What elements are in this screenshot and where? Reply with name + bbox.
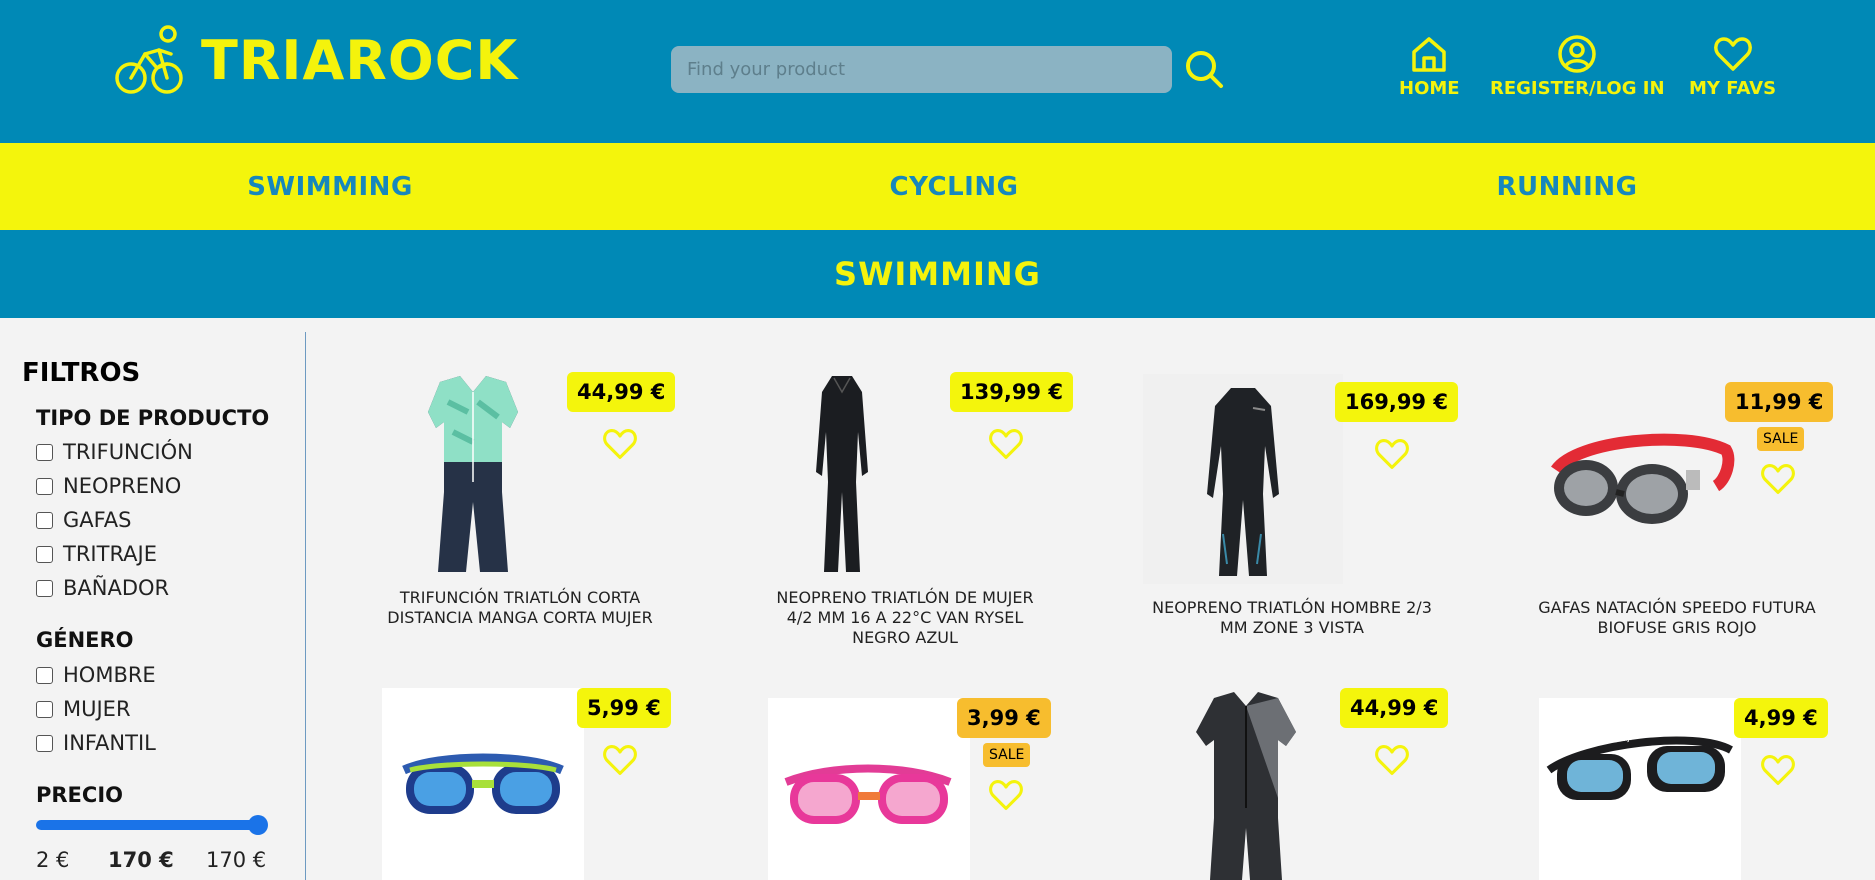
heart-icon[interactable] bbox=[1374, 437, 1410, 471]
product-type-title: TIPO DE PRODUCTO bbox=[36, 406, 270, 430]
checkbox[interactable] bbox=[36, 734, 53, 752]
product-image bbox=[784, 764, 952, 824]
filter-option-mujer[interactable]: MUJER bbox=[36, 696, 131, 722]
filter-option-gafas[interactable]: GAFAS bbox=[36, 507, 132, 533]
checkbox[interactable] bbox=[36, 700, 53, 718]
heart-icon[interactable] bbox=[1374, 743, 1410, 777]
product-image[interactable] bbox=[1546, 430, 1736, 534]
category-bar: SWIMMING CYCLING RUNNING bbox=[0, 143, 1875, 230]
category-cycling[interactable]: CYCLING bbox=[804, 143, 1104, 230]
checkbox[interactable] bbox=[36, 545, 53, 563]
checkbox[interactable] bbox=[36, 477, 53, 495]
price-tag: 44,99 € bbox=[567, 372, 676, 412]
product-name[interactable]: GAFAS NATACIÓN SPEEDO FUTURA BIOFUSE GRI… bbox=[1537, 598, 1817, 638]
nav-register-login-label: REGISTER/LOG IN bbox=[1490, 78, 1665, 99]
product-image-frame[interactable]: NABAIJI bbox=[1539, 698, 1741, 880]
heart-icon[interactable] bbox=[988, 427, 1024, 461]
nav-my-favs[interactable]: MY FAVS bbox=[1689, 34, 1776, 99]
product-image-frame[interactable] bbox=[1143, 374, 1343, 584]
user-circle-icon bbox=[1558, 35, 1597, 73]
brand-name: TRIAROCK bbox=[201, 28, 519, 92]
product-image bbox=[1207, 388, 1279, 576]
sale-badge: SALE bbox=[1757, 427, 1805, 451]
checkbox[interactable] bbox=[36, 579, 53, 597]
gender-title: GÉNERO bbox=[36, 628, 134, 652]
category-running[interactable]: RUNNING bbox=[1417, 143, 1717, 230]
filter-option-trifuncion[interactable]: TRIFUNCIÓN bbox=[36, 439, 193, 465]
product-name[interactable]: TRIFUNCIÓN TRIATLÓN CORTA DISTANCIA MANG… bbox=[380, 588, 660, 628]
product-image-frame[interactable] bbox=[768, 698, 970, 880]
site-header: TRIAROCK HOME REGISTER/LOG IN MY FAVS bbox=[0, 0, 1875, 143]
price-tag: 169,99 € bbox=[1335, 382, 1458, 422]
nav-register-login[interactable]: REGISTER/LOG IN bbox=[1490, 34, 1665, 99]
section-header: SWIMMING bbox=[0, 230, 1875, 318]
price-tag: 5,99 € bbox=[577, 688, 671, 728]
filter-option-hombre[interactable]: HOMBRE bbox=[36, 662, 156, 688]
sale-badge: SALE bbox=[983, 743, 1031, 767]
cyclist-icon bbox=[115, 25, 183, 94]
filters-title: FILTROS bbox=[22, 358, 141, 388]
product-image-frame[interactable] bbox=[382, 688, 584, 880]
checkbox[interactable] bbox=[36, 443, 53, 461]
product-image[interactable] bbox=[418, 372, 528, 576]
product-image: NABAIJI bbox=[1546, 733, 1733, 800]
price-current-label: 170 € bbox=[108, 848, 174, 872]
price-tag-sale: 3,99 € bbox=[957, 698, 1051, 738]
price-max-label: 170 € bbox=[206, 848, 267, 872]
checkbox[interactable] bbox=[36, 511, 53, 529]
nav-home-label: HOME bbox=[1399, 78, 1460, 99]
checkbox[interactable] bbox=[36, 666, 53, 684]
heart-icon[interactable] bbox=[988, 778, 1024, 812]
price-slider[interactable] bbox=[36, 815, 268, 835]
heart-icon[interactable] bbox=[602, 427, 638, 461]
price-tag: 139,99 € bbox=[950, 372, 1073, 412]
price-title: PRECIO bbox=[36, 783, 123, 807]
filter-option-label: BAÑADOR bbox=[63, 576, 170, 600]
filter-option-label: MUJER bbox=[63, 697, 131, 721]
heart-icon[interactable] bbox=[1760, 462, 1796, 496]
filter-option-label: TRITRAJE bbox=[63, 542, 158, 566]
filter-option-banador[interactable]: BAÑADOR bbox=[36, 575, 169, 601]
price-min-label: 2 € bbox=[36, 848, 70, 872]
heart-icon[interactable] bbox=[1760, 753, 1796, 787]
nav-home[interactable]: HOME bbox=[1399, 34, 1460, 99]
filters-sidebar: FILTROS TIPO DE PRODUCTO TRIFUNCIÓN NEOP… bbox=[0, 332, 306, 880]
filter-option-label: NEOPRENO bbox=[63, 474, 182, 498]
home-icon bbox=[1412, 37, 1447, 72]
price-tag-sale: 11,99 € bbox=[1725, 382, 1834, 422]
product-name[interactable]: NEOPRENO TRIATLÓN HOMBRE 2/3 MM ZONE 3 V… bbox=[1152, 598, 1432, 638]
price-tag: 4,99 € bbox=[1734, 698, 1828, 738]
search-icon[interactable] bbox=[1183, 48, 1225, 90]
section-title: SWIMMING bbox=[834, 255, 1041, 293]
price-slider-thumb[interactable] bbox=[248, 815, 268, 835]
product-image[interactable] bbox=[1190, 688, 1302, 880]
filter-option-infantil[interactable]: INFANTIL bbox=[36, 730, 156, 756]
price-tag: 44,99 € bbox=[1340, 688, 1449, 728]
category-swimming[interactable]: SWIMMING bbox=[180, 143, 480, 230]
filter-option-neopreno[interactable]: NEOPRENO bbox=[36, 473, 181, 499]
nav-my-favs-label: MY FAVS bbox=[1689, 78, 1777, 99]
filter-option-label: TRIFUNCIÓN bbox=[63, 440, 193, 464]
brand-logo[interactable]: TRIAROCK bbox=[115, 24, 518, 96]
search-input[interactable] bbox=[671, 46, 1172, 93]
filter-option-label: GAFAS bbox=[63, 508, 132, 532]
heart-icon bbox=[1713, 37, 1752, 71]
filter-option-label: INFANTIL bbox=[63, 731, 156, 755]
filter-option-label: HOMBRE bbox=[63, 663, 156, 687]
heart-icon[interactable] bbox=[602, 743, 638, 777]
product-image[interactable] bbox=[812, 372, 872, 576]
product-image bbox=[402, 753, 564, 814]
product-name[interactable]: NEOPRENO TRIATLÓN DE MUJER 4/2 MM 16 A 2… bbox=[765, 588, 1045, 648]
filter-option-tritraje[interactable]: TRITRAJE bbox=[36, 541, 157, 567]
